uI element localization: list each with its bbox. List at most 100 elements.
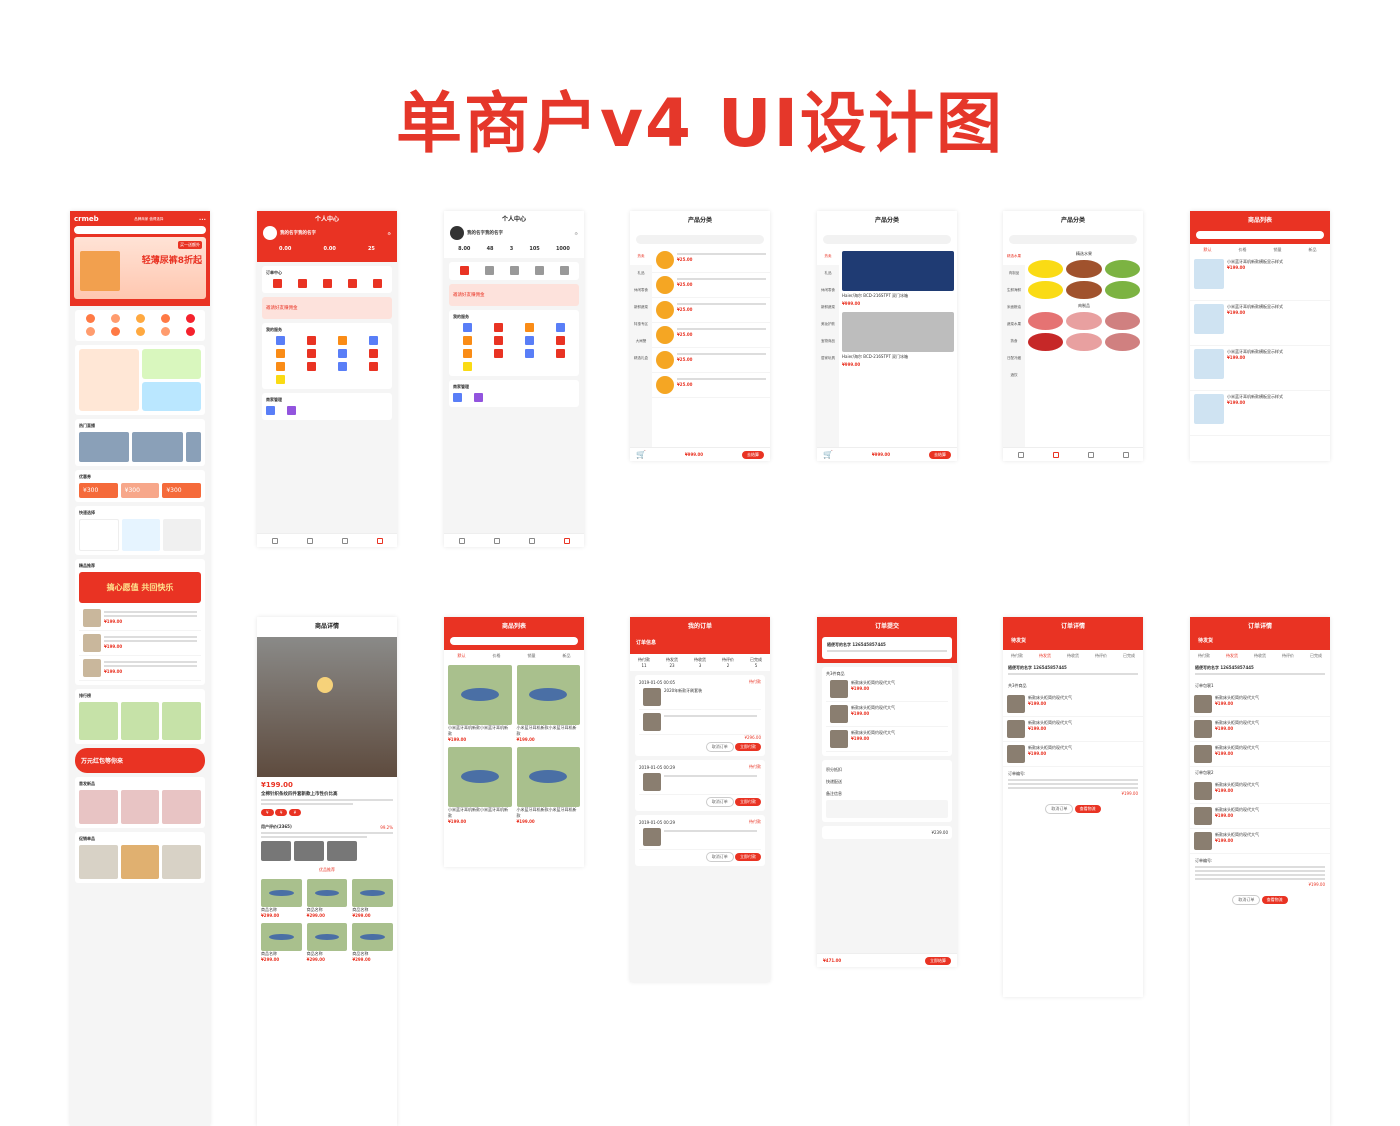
avatar[interactable] — [263, 226, 277, 240]
product-row[interactable]: ¥25.00 — [652, 348, 770, 373]
meat-thumb[interactable] — [1028, 312, 1064, 330]
home-icon[interactable] — [1017, 451, 1024, 458]
meat-thumb[interactable] — [1066, 333, 1102, 351]
category-item[interactable]: 休闲零食 — [817, 282, 839, 299]
coupon-tag[interactable]: ¥ — [261, 809, 274, 816]
category-item[interactable]: 热卖 — [630, 248, 652, 265]
review-photo[interactable] — [327, 841, 357, 861]
service-icon[interactable] — [329, 362, 357, 372]
fruit-thumb[interactable] — [1104, 281, 1140, 299]
order-tab[interactable]: 待发货 23 — [666, 657, 678, 668]
coupon-item[interactable]: ¥300 — [120, 483, 160, 498]
filter-default[interactable]: 默认 — [1204, 247, 1212, 253]
service-icon[interactable] — [484, 336, 512, 346]
product-row[interactable]: ¥25.00 — [652, 273, 770, 298]
menu-icon[interactable] — [129, 314, 151, 324]
review-count[interactable]: 用户评价(2365) — [261, 824, 292, 830]
service-icon[interactable] — [484, 349, 512, 359]
view-logistics-button[interactable]: 查看物流 — [1261, 896, 1288, 904]
home-icon[interactable] — [271, 537, 278, 544]
stat-value[interactable]: 25 — [368, 246, 375, 252]
menu-icon[interactable] — [104, 327, 126, 337]
order-icon[interactable] — [366, 279, 388, 289]
product-image[interactable] — [842, 251, 954, 291]
order-icon[interactable] — [341, 279, 363, 289]
stat-value[interactable]: 105 — [529, 246, 539, 252]
menu-icon[interactable] — [79, 327, 101, 337]
category-item[interactable]: 宝物商品 — [817, 333, 839, 350]
coupon-tag[interactable]: ¥ — [288, 809, 302, 816]
search-input[interactable] — [74, 226, 206, 234]
recommend-item[interactable]: 商品名称 ¥299.00 — [352, 879, 393, 918]
fruit-thumb[interactable] — [1028, 260, 1064, 278]
merchant-icon[interactable] — [287, 406, 296, 416]
quick-thumb[interactable] — [122, 519, 160, 551]
service-icon[interactable] — [297, 362, 325, 372]
rank-thumb[interactable] — [162, 702, 202, 740]
goods-item[interactable]: 新款床头柜简约现代大气 ¥199.00 — [1190, 829, 1330, 854]
order-item[interactable]: 2020年新款牙刷套装 — [639, 685, 761, 710]
fruit-thumb[interactable] — [1104, 260, 1140, 278]
cart-icon[interactable]: 🛒 — [823, 450, 833, 459]
product-card[interactable]: 小米蓝牙耳机新款小米蓝牙耳机新款 ¥199.00 — [516, 747, 580, 824]
rank-thumb[interactable] — [120, 702, 160, 740]
live-thumb[interactable] — [185, 432, 201, 462]
category-item[interactable]: 特惠专区 — [630, 316, 652, 333]
meat-thumb[interactable] — [1028, 333, 1064, 351]
category-item[interactable]: 热卖 — [817, 248, 839, 265]
menu-icon[interactable] — [179, 314, 201, 324]
order-icon[interactable] — [291, 279, 313, 289]
coupon-tag[interactable]: ¥ — [274, 809, 288, 816]
coupon-item[interactable]: ¥300 — [162, 483, 202, 498]
review-photo[interactable] — [294, 841, 324, 861]
merchant-icon[interactable] — [453, 393, 462, 403]
recommend-item[interactable]: 商品名称 ¥299.00 — [306, 923, 348, 962]
settings-icon[interactable]: ⚙ — [387, 231, 391, 236]
user-icon[interactable] — [1122, 451, 1129, 458]
settings-icon[interactable]: ⚙ — [574, 231, 578, 236]
service-icon[interactable] — [297, 349, 325, 359]
quick-thumb[interactable] — [163, 519, 201, 551]
new-thumb[interactable] — [79, 790, 118, 824]
goods-item[interactable]: 新款床头柜简约现代大气 ¥199.00 — [1190, 779, 1330, 804]
stat-value[interactable]: 8.00 — [458, 246, 470, 252]
service-icon[interactable] — [266, 336, 294, 346]
search-input[interactable] — [636, 235, 764, 244]
product-row[interactable]: 小米蓝牙耳机新款横板显示样式 ¥199.00 — [1190, 256, 1330, 301]
activity-seckill[interactable] — [79, 349, 139, 411]
goods-item[interactable]: 新款床头柜简约现代大气 ¥199.00 — [1190, 717, 1330, 742]
product-row[interactable]: ¥199.00 — [79, 656, 201, 681]
category-item[interactable]: 新鲜蔬菜 — [630, 299, 652, 316]
order-tab[interactable]: 已完成 5 — [750, 657, 762, 668]
search-input[interactable] — [1196, 231, 1324, 239]
order-tab[interactable]: 待收货 3 — [694, 657, 706, 668]
merchant-icon[interactable] — [266, 406, 275, 416]
category-item[interactable]: 休闲零食 — [630, 282, 652, 299]
promo-banner[interactable]: 买一送额外 轻薄尿裤8折起 — [74, 237, 206, 299]
order-icon[interactable] — [266, 279, 288, 289]
order-icon[interactable] — [553, 266, 575, 276]
pay-now-button[interactable]: 立即付款 — [735, 743, 761, 751]
rank-thumb[interactable] — [79, 702, 118, 740]
cancel-order-button[interactable]: 取消订单 — [1232, 895, 1261, 905]
service-icon[interactable] — [266, 349, 294, 359]
address-card[interactable]: 随便写的名字 126545857445 — [822, 637, 952, 659]
service-icon[interactable] — [484, 323, 512, 333]
category-icon[interactable] — [306, 537, 313, 544]
service-icon[interactable] — [360, 349, 388, 359]
category-item[interactable]: 日配冷藏 — [1003, 350, 1025, 367]
menu-icon[interactable] — [154, 314, 176, 324]
menu-icon[interactable] — [129, 327, 151, 337]
order-icon[interactable] — [503, 266, 525, 276]
invite-banner[interactable]: 邀请好友赚佣金 — [262, 297, 392, 319]
merchant-icon[interactable] — [474, 393, 483, 403]
product-row[interactable]: 小米蓝牙耳机新款横板显示样式 ¥199.00 — [1190, 346, 1330, 391]
category-item[interactable]: 米面粮油 — [1003, 299, 1025, 316]
order-icon[interactable] — [453, 266, 475, 276]
order-icon[interactable] — [478, 266, 500, 276]
category-item[interactable]: 肉制品 — [1003, 265, 1025, 282]
category-item[interactable]: 蔬菜水果 — [1003, 316, 1025, 333]
sale-thumb[interactable] — [79, 845, 118, 879]
service-icon[interactable] — [547, 323, 575, 333]
goods-item[interactable]: 新款床头柜简约现代大气 ¥199.00 — [826, 702, 948, 727]
